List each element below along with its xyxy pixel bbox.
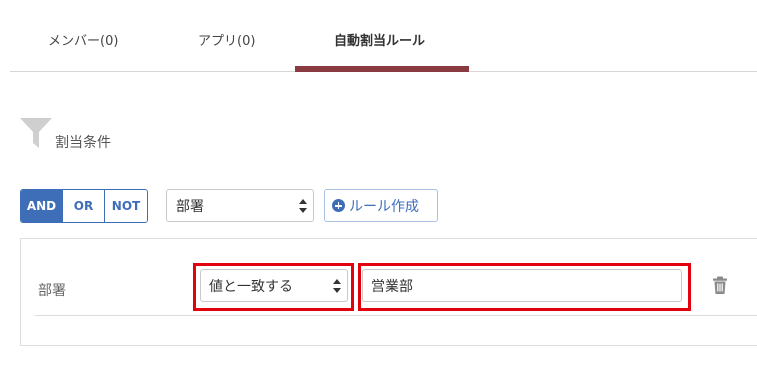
operator-select[interactable]: 値と一致する (200, 269, 348, 302)
filter-icon (20, 116, 52, 152)
rule-field-label: 部署 (38, 283, 66, 299)
select-arrows-icon (333, 278, 341, 294)
tab-auto-assign-rules[interactable]: 自動割当ルール (334, 30, 425, 49)
tab-bar: メンバー(0) アプリ(0) 自動割当ルール (10, 0, 757, 72)
logic-toggle-group: AND OR NOT (20, 189, 148, 223)
logic-not-button[interactable]: NOT (105, 190, 147, 222)
logic-and-button[interactable]: AND (21, 190, 63, 222)
active-tab-indicator (295, 66, 469, 72)
trash-icon[interactable] (712, 276, 728, 298)
tab-members[interactable]: メンバー(0) (48, 30, 118, 49)
tab-apps[interactable]: アプリ(0) (198, 30, 255, 49)
add-rule-button[interactable]: ルール作成 (324, 189, 438, 222)
value-input-text: 営業部 (371, 278, 413, 295)
plus-circle-icon (332, 199, 345, 212)
operator-select-value: 値と一致する (209, 278, 293, 295)
select-arrows-icon (299, 198, 307, 214)
add-rule-label: ルール作成 (349, 198, 419, 215)
section-title: 割当条件 (55, 135, 111, 151)
logic-or-button[interactable]: OR (63, 190, 105, 222)
field-select[interactable]: 部署 (166, 189, 314, 222)
value-input[interactable]: 営業部 (362, 269, 682, 302)
field-select-value: 部署 (176, 198, 204, 215)
